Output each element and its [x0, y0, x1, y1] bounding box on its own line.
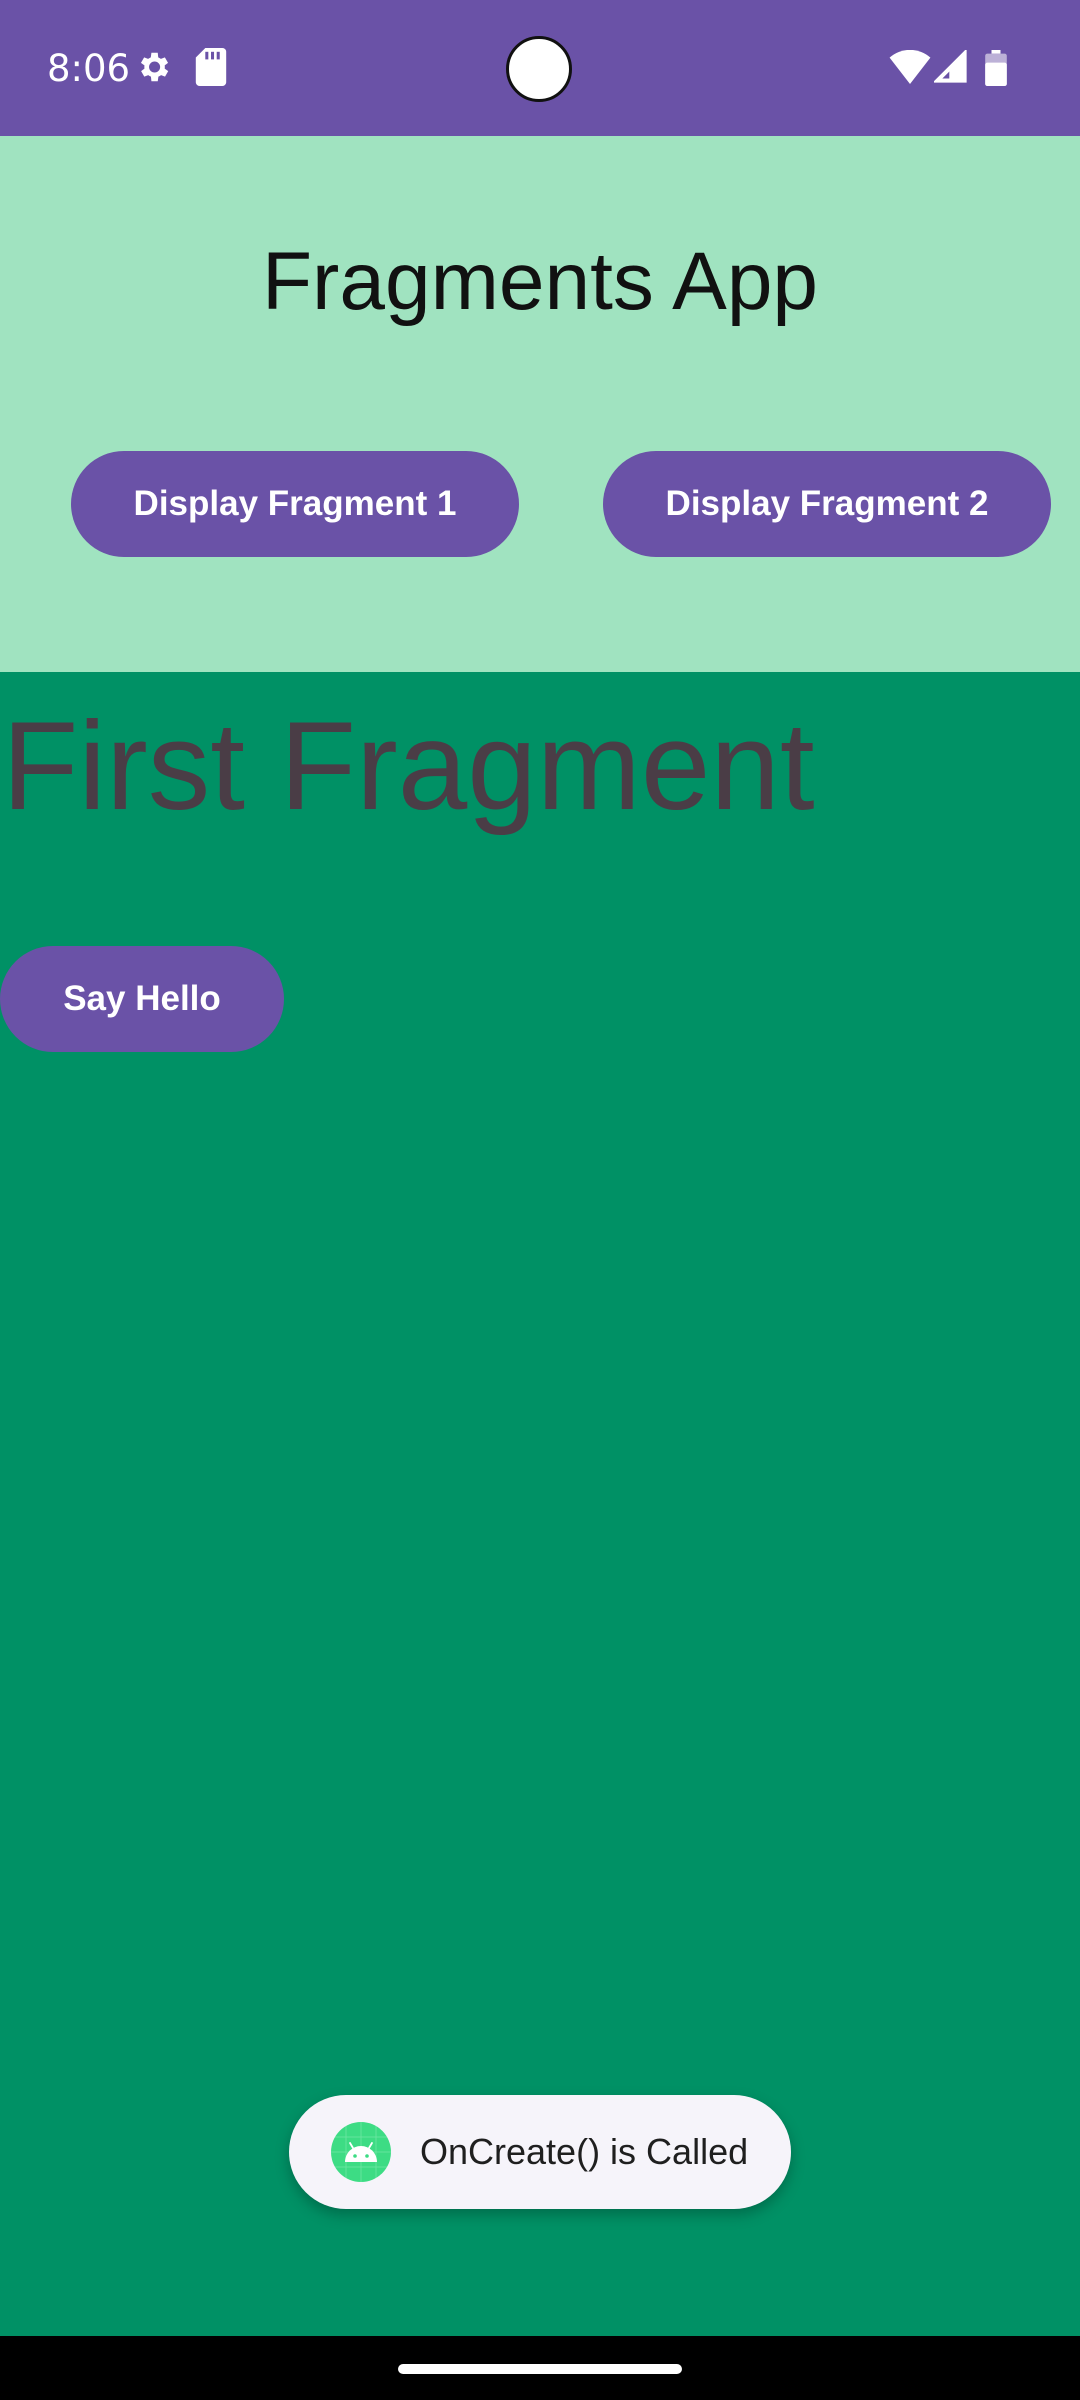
battery-icon — [985, 50, 1007, 86]
screen: 8:06 Fragments App Display Fragment 1 Di… — [0, 0, 1080, 2400]
navigation-bar — [0, 2336, 1080, 2400]
toast: OnCreate() is Called — [289, 2095, 791, 2209]
header-area: Fragments App Display Fragment 1 Display… — [0, 136, 1080, 672]
display-fragment-1-button[interactable]: Display Fragment 1 — [71, 451, 519, 557]
gear-icon — [140, 52, 169, 82]
sd-card-icon — [195, 48, 227, 86]
wifi-icon — [889, 50, 931, 84]
home-gesture-handle[interactable] — [398, 2364, 682, 2374]
fragment-container: First Fragment Say Hello — [0, 672, 1080, 2336]
cell-signal-icon — [934, 50, 967, 83]
status-bar: 8:06 — [0, 0, 1080, 136]
app-title: Fragments App — [261, 236, 819, 327]
android-icon — [331, 2122, 391, 2182]
say-hello-button[interactable]: Say Hello — [0, 946, 284, 1052]
toast-message: OnCreate() is Called — [420, 2131, 749, 2172]
fragment-title: First Fragment — [2, 697, 815, 836]
status-time: 8:06 — [47, 47, 131, 90]
camera-cutout — [506, 36, 572, 102]
display-fragment-2-button[interactable]: Display Fragment 2 — [603, 451, 1051, 557]
